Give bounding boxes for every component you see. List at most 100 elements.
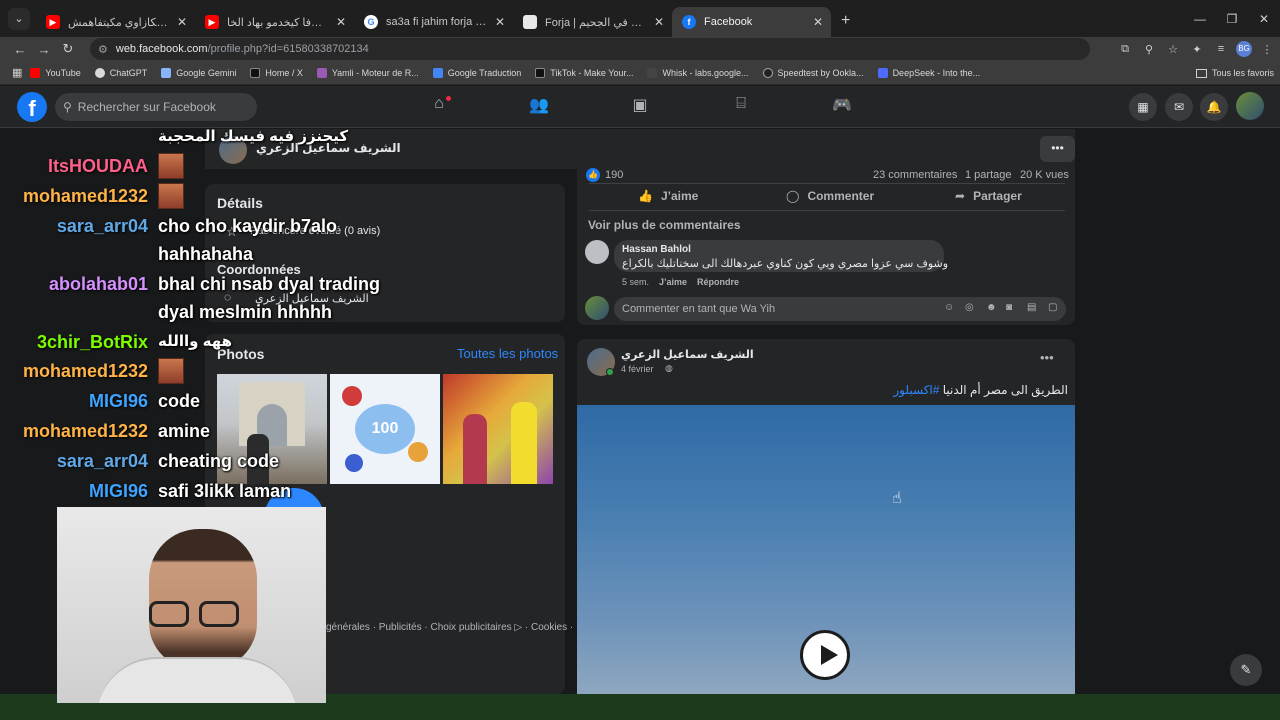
- camera-icon[interactable]: ◙: [1006, 302, 1012, 313]
- video-icon[interactable]: ▣: [628, 95, 652, 119]
- comment-time[interactable]: 5 sem.: [622, 277, 649, 287]
- close-window-icon[interactable]: ✕: [1248, 12, 1280, 26]
- site-info-icon[interactable]: ⚙: [98, 43, 108, 56]
- browser-tab[interactable]: Forja | ساعة في الجحيم ✕: [513, 7, 672, 37]
- share-label: Partager: [973, 189, 1022, 203]
- profile-avatar[interactable]: BG: [1236, 41, 1252, 57]
- chat-emote: [158, 358, 184, 384]
- chat-username: mohamed1232: [22, 361, 148, 381]
- avatar-sticker-icon[interactable]: ☺: [944, 302, 954, 313]
- close-icon[interactable]: ✕: [336, 15, 346, 29]
- browser-tab[interactable]: G sa3a fi jahim forja - Recherche G... ✕: [354, 7, 513, 37]
- browser-tab-active[interactable]: f Facebook ✕: [672, 7, 831, 37]
- account-avatar[interactable]: [1236, 92, 1264, 120]
- deepseek-icon: [877, 67, 888, 78]
- comment-input-placeholder: Commenter en tant que Wa Yih: [622, 303, 776, 315]
- decoration: [342, 386, 362, 406]
- restore-icon[interactable]: ❐: [1216, 12, 1248, 26]
- install-icon[interactable]: ⧉: [1116, 43, 1134, 56]
- more-options-button[interactable]: •••: [1040, 136, 1075, 162]
- forward-icon[interactable]: →: [32, 42, 56, 57]
- my-avatar[interactable]: [585, 296, 609, 320]
- media-icon[interactable]: ≡: [1212, 43, 1230, 55]
- close-icon[interactable]: ✕: [654, 15, 664, 29]
- chat-username: sara_arr04: [56, 451, 148, 471]
- gemini-icon: [161, 67, 172, 78]
- close-icon[interactable]: ✕: [177, 15, 187, 29]
- close-icon[interactable]: ✕: [813, 15, 823, 29]
- commenter-avatar[interactable]: [585, 240, 609, 264]
- glasses-lens: [149, 601, 189, 627]
- footer-links[interactable]: générales · Publicités · Choix publicita…: [326, 622, 573, 633]
- star-icon[interactable]: ☆: [1164, 43, 1182, 56]
- folder-icon: [1195, 68, 1207, 78]
- bookmark-item[interactable]: DeepSeek - Into the...: [877, 67, 981, 78]
- post-text: الطريق الى مصر أم الدنيا #اكسبلور: [893, 383, 1068, 397]
- bookmark-item[interactable]: Speedtest by Ookla...: [762, 67, 864, 78]
- extensions-icon[interactable]: ✦: [1188, 43, 1206, 56]
- chat-message: dyal meslmin hhhhh: [158, 302, 333, 322]
- bookmark-item[interactable]: TikTok - Make Your...: [535, 67, 633, 78]
- photo-wedding[interactable]: [443, 374, 553, 484]
- messenger-icon[interactable]: ✉: [1165, 93, 1193, 121]
- bookmark-item[interactable]: ChatGPT: [94, 67, 148, 78]
- share-button[interactable]: ➦ Partager: [955, 189, 1022, 203]
- bookmark-item[interactable]: Google Traduction: [432, 67, 521, 78]
- browser-tab[interactable]: ▶ ماشي غاع الشرفا كيخدمو بهاد الخا... ✕: [195, 7, 354, 37]
- post-author[interactable]: الشريف سماعيل الزعري: [621, 348, 754, 361]
- bookmark-item[interactable]: Google Gemini: [161, 67, 236, 78]
- menu-icon[interactable]: ⋮: [1258, 43, 1276, 56]
- more-comments-link[interactable]: Voir plus de commentaires: [588, 218, 741, 232]
- bookmark-item[interactable]: Whisk - labs.google...: [647, 67, 749, 78]
- bookmark-item[interactable]: Home / X: [250, 67, 303, 78]
- play-button[interactable]: [800, 630, 850, 680]
- address-bar-row: ← → ↻ ⚙ web.facebook.com/profile.php?id=…: [0, 37, 1280, 61]
- bookmark-label: DeepSeek - Into the...: [892, 67, 981, 78]
- like-count[interactable]: 190: [605, 169, 623, 181]
- chat-username: ItsHOUDAA: [47, 156, 148, 176]
- zoom-icon[interactable]: ⚲: [1140, 43, 1158, 56]
- facebook-search[interactable]: ⚲ Rechercher sur Facebook: [55, 93, 257, 121]
- facebook-logo[interactable]: f: [17, 92, 47, 122]
- tab-search-button[interactable]: ⌄: [8, 7, 30, 30]
- comment-button[interactable]: ◯ Commenter: [786, 189, 874, 203]
- browser-tab-bar: ⌄ ▶ الفنان أشرف الكازاوي مكيتفاهمش... ✕ …: [0, 0, 1280, 37]
- gif-icon[interactable]: ▤: [1027, 302, 1036, 313]
- new-tab-button[interactable]: +: [841, 12, 850, 30]
- emoji-icon[interactable]: ☻: [986, 302, 997, 313]
- apps-icon[interactable]: ▦: [12, 66, 22, 79]
- close-icon[interactable]: ✕: [495, 15, 505, 29]
- comment-count[interactable]: 23 commentaires: [873, 169, 957, 181]
- gaming-icon[interactable]: 🎮: [830, 95, 854, 119]
- comment-author[interactable]: Hassan Bahlol: [622, 244, 691, 255]
- comment-like-button[interactable]: J’aime: [659, 277, 687, 287]
- comment-reply-button[interactable]: Répondre: [697, 277, 739, 287]
- marketplace-icon[interactable]: ⌸: [729, 95, 753, 119]
- post-date[interactable]: 4 février: [621, 364, 654, 374]
- bookmark-item[interactable]: YouTube: [30, 67, 81, 78]
- bookmark-item[interactable]: Yamli - Moteur de R...: [316, 67, 419, 78]
- url-field[interactable]: ⚙ web.facebook.com/profile.php?id=615803…: [90, 38, 1090, 60]
- notifications-icon[interactable]: 🔔: [1200, 93, 1228, 121]
- sticker-icon[interactable]: ◎: [965, 302, 974, 313]
- all-photos-link[interactable]: Toutes les photos: [457, 346, 558, 361]
- friends-icon[interactable]: 👥: [527, 95, 551, 119]
- browser-tab[interactable]: ▶ الفنان أشرف الكازاوي مكيتفاهمش... ✕: [36, 7, 195, 37]
- post-caption: الطريق الى مصر أم الدنيا: [942, 383, 1068, 397]
- back-icon[interactable]: ←: [8, 42, 32, 57]
- like-button[interactable]: 👍 J’aime: [638, 189, 698, 203]
- new-message-icon[interactable]: ✎: [1230, 654, 1262, 686]
- bookmark-label: ChatGPT: [109, 67, 148, 78]
- menu-grid-icon[interactable]: ▦: [1129, 93, 1157, 121]
- reload-icon[interactable]: ↻: [56, 41, 80, 57]
- post-more-icon[interactable]: •••: [1040, 350, 1054, 365]
- hashtag-link[interactable]: #اكسبلور: [893, 383, 939, 397]
- comment-input[interactable]: Commenter en tant que Wa Yih: [614, 297, 1066, 321]
- chat-emote: [158, 153, 184, 179]
- minimize-icon[interactable]: —: [1184, 12, 1216, 26]
- person-yellow: [511, 402, 537, 484]
- sticker-alt-icon[interactable]: ▢: [1048, 302, 1057, 313]
- photo-100-badge[interactable]: 100: [330, 374, 440, 484]
- all-bookmarks[interactable]: Tous les favoris: [1195, 61, 1274, 85]
- share-count[interactable]: 1 partage: [965, 169, 1011, 181]
